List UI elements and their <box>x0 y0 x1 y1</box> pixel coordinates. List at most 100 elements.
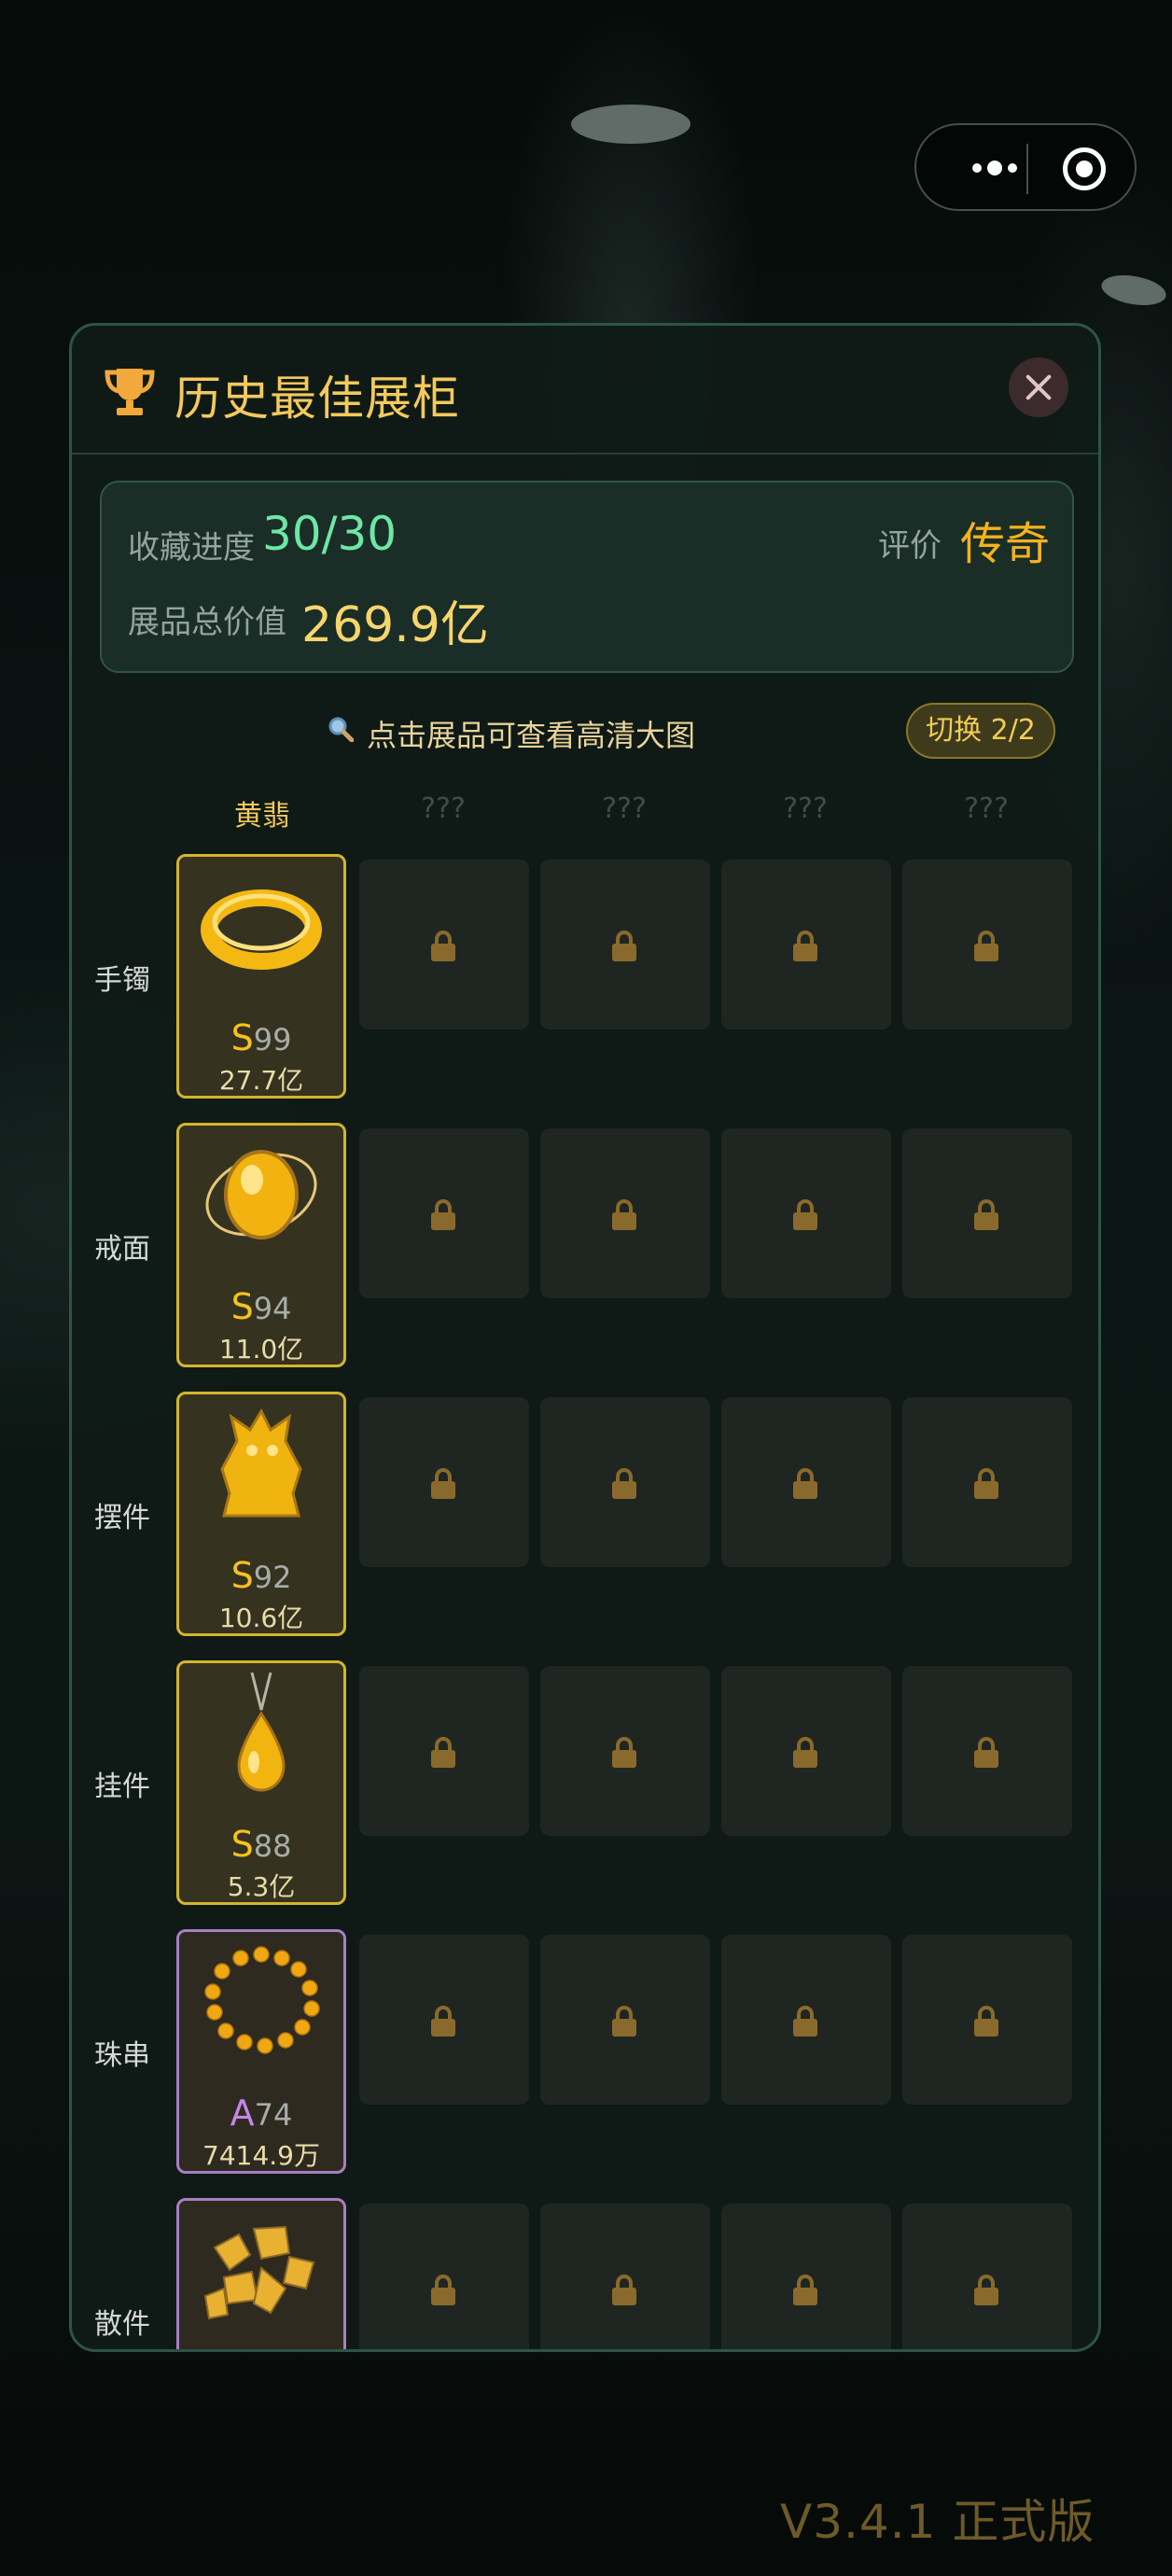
locked-slot <box>902 1666 1072 1836</box>
locked-slot <box>359 860 529 1029</box>
locked-slot <box>902 1935 1072 2105</box>
grade-score: S99 <box>230 1017 292 1058</box>
exhibit-card[interactable]: S94 11.0亿 <box>176 1123 346 1367</box>
panel-header: 历史最佳展柜 <box>72 326 1098 455</box>
lock-icon <box>428 2274 458 2306</box>
lock-icon <box>790 2005 820 2037</box>
close-miniprogram-icon[interactable] <box>1063 147 1106 190</box>
row-label: 摆件 <box>94 1502 150 1534</box>
lock-icon <box>609 1736 639 1769</box>
lock-icon <box>609 930 639 962</box>
version-text: V3.4.1 正式版 <box>780 2495 1095 2549</box>
locked-slot <box>359 1666 529 1836</box>
lock-icon <box>428 1467 458 1500</box>
lock-icon <box>971 1736 1001 1769</box>
exhibit-card[interactable]: A74 7414.9万 <box>176 1929 346 2174</box>
column-header: 黄翡 <box>234 800 290 833</box>
grade-score: S92 <box>230 1555 292 1596</box>
progress-label: 收藏进度 <box>128 529 255 567</box>
column-header: ??? <box>421 792 466 825</box>
row-label: 戒面 <box>94 1233 150 1266</box>
ceiling-lamp <box>571 105 691 144</box>
row-label: 散件 <box>94 2308 150 2341</box>
item-value: 7414.9万 <box>202 2140 320 2171</box>
bangle-image <box>201 889 322 970</box>
locked-slot <box>902 860 1072 1029</box>
locked-slot <box>359 1935 529 2105</box>
column-header: ??? <box>964 792 1009 825</box>
lock-icon <box>428 1736 458 1769</box>
locked-slot <box>721 860 891 1029</box>
item-value: 10.6亿 <box>218 1603 304 1633</box>
column-header: ??? <box>602 792 647 825</box>
lock-icon <box>971 1198 1001 1231</box>
locked-slot <box>540 1666 710 1836</box>
exhibit-card[interactable]: S92 10.6亿 <box>176 1392 346 1636</box>
exhibit-card[interactable]: S99 27.7亿 <box>176 854 346 1099</box>
hint-text: 点击展品可查看高清大图 <box>367 718 696 753</box>
locked-slot <box>540 1128 710 1298</box>
row-label: 挂件 <box>94 1771 150 1803</box>
lock-icon <box>971 2005 1001 2037</box>
locked-slot <box>540 2204 710 2349</box>
stats-box: 收藏进度 30/30 评价 传奇 展品总价值 269.9亿 <box>100 481 1074 673</box>
lock-icon <box>609 2274 639 2306</box>
locked-slot <box>540 860 710 1029</box>
total-value-label: 展品总价值 <box>128 604 286 641</box>
locked-slot <box>721 1935 891 2105</box>
grade-score: A74 <box>230 2093 293 2134</box>
column-header: ??? <box>783 792 828 825</box>
locked-slot <box>540 1397 710 1567</box>
item-value: 27.7亿 <box>218 1065 304 1096</box>
locked-slot <box>721 2204 891 2349</box>
lock-icon <box>609 1198 639 1231</box>
bead-bracelet-image <box>204 1946 320 2054</box>
locked-slot <box>902 1128 1072 1298</box>
locked-slot <box>721 1397 891 1567</box>
panel-title: 历史最佳展柜 <box>174 371 460 426</box>
trophy-icon <box>105 369 155 415</box>
locked-slot <box>721 1128 891 1298</box>
grade-score: S88 <box>230 1824 292 1865</box>
lock-icon <box>790 1198 820 1231</box>
lock-icon <box>609 1467 639 1500</box>
capsule-divider <box>1026 144 1028 194</box>
locked-slot <box>721 1666 891 1836</box>
item-value: 5.3亿 <box>227 1871 296 1902</box>
item-value: 11.0亿 <box>218 1334 304 1365</box>
switch-page-button[interactable]: 切换 2/2 <box>906 703 1055 759</box>
locked-slot <box>902 1397 1072 1567</box>
locked-slot <box>359 2204 529 2349</box>
lock-icon <box>428 1198 458 1231</box>
hint-row: 点击展品可查看高清大图 切换 2/2 <box>72 703 1098 763</box>
ring-face-image <box>205 1150 317 1239</box>
lock-icon <box>971 2274 1001 2306</box>
exhibit-card[interactable] <box>176 2198 346 2349</box>
lock-icon <box>790 1736 820 1769</box>
lock-icon <box>790 930 820 962</box>
grade-score: S94 <box>230 1286 292 1327</box>
lock-icon <box>790 1467 820 1500</box>
locked-slot <box>902 2204 1072 2349</box>
row-label: 手镯 <box>94 964 150 997</box>
lock-icon <box>428 930 458 962</box>
row-label: 珠串 <box>94 2039 150 2072</box>
exhibit-card[interactable]: S88 5.3亿 <box>176 1660 346 1905</box>
close-icon[interactable] <box>1009 357 1068 417</box>
locked-slot <box>359 1397 529 1567</box>
rating-label: 评价 <box>878 527 942 565</box>
lock-icon <box>971 1467 1001 1500</box>
locked-slot <box>540 1935 710 2105</box>
dragon-statue-image <box>220 1407 302 1518</box>
best-cabinet-panel: 历史最佳展柜 收藏进度 30/30 评价 传奇 展品总价值 269.9亿 点击展… <box>69 323 1101 2352</box>
lock-icon <box>428 2005 458 2037</box>
rating-value: 传奇 <box>960 518 1051 570</box>
lock-icon <box>971 930 1001 962</box>
lock-icon <box>609 2005 639 2037</box>
total-value: 269.9亿 <box>301 597 489 653</box>
locked-slot <box>359 1128 529 1298</box>
miniprogram-capsule <box>914 123 1137 211</box>
search-icon <box>328 717 354 742</box>
lock-icon <box>790 2274 820 2306</box>
progress-value: 30/30 <box>262 507 398 561</box>
